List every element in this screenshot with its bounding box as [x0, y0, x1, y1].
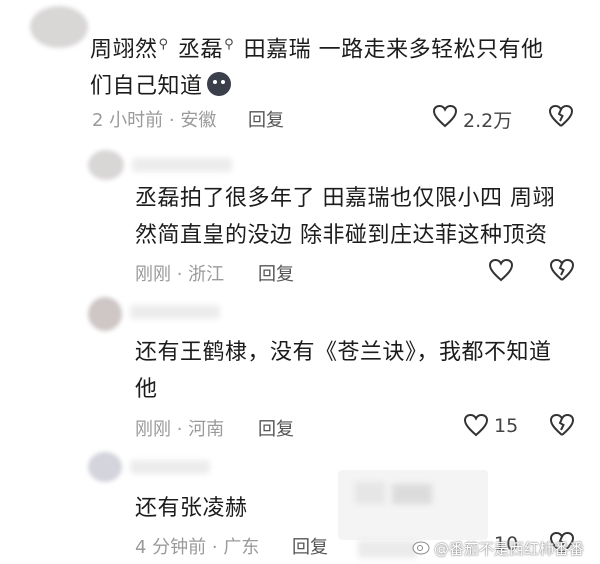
- search-icon[interactable]: ⚲: [224, 26, 234, 63]
- blurred-text: [355, 482, 385, 504]
- comment-meta: 刚刚 · 浙江: [135, 264, 225, 285]
- mention-link[interactable]: 丞磊: [178, 37, 223, 62]
- comment-text: 丞磊拍了很多年了 田嘉瑞也仅限小四 周翊 然简直皇的没边 除非碰到庄达菲这种顶资: [135, 180, 595, 254]
- avatar[interactable]: [88, 150, 124, 180]
- comment-body: 还有王鹤棣，没有《苍兰诀》，我都不知道: [135, 340, 552, 365]
- search-icon[interactable]: ⚲: [159, 26, 169, 63]
- reply-button[interactable]: 回复: [248, 106, 284, 132]
- reply-button[interactable]: 回复: [258, 260, 294, 286]
- comment-body-cont: 然简直皇的没边 除非碰到庄达菲这种顶资: [135, 223, 548, 248]
- blurred-text: [392, 484, 432, 504]
- avatar[interactable]: [30, 6, 88, 48]
- comment-body: 还有张凌赫: [135, 496, 248, 521]
- comment-meta: 2 小时前 · 安徽: [92, 110, 217, 131]
- reply-button[interactable]: 回复: [258, 415, 294, 441]
- emoji-icon: [206, 72, 231, 97]
- comment-text: 周翊然⚲ 丞磊⚲ 田嘉瑞 一路走来多轻松只有他 们自己知道: [90, 26, 590, 105]
- broken-heart-icon[interactable]: [548, 104, 574, 128]
- heart-icon[interactable]: [488, 258, 514, 282]
- comment-body: 田嘉瑞 一路走来多轻松只有他: [243, 37, 544, 63]
- blurred-overlay: [338, 470, 488, 540]
- comment-meta: 4 分钟前 · 广东: [135, 537, 260, 558]
- broken-heart-icon[interactable]: [549, 413, 575, 437]
- comment-meta: 刚刚 · 河南: [135, 419, 225, 440]
- avatar[interactable]: [88, 452, 122, 482]
- watermark-text: @番茄不是西红柿番番: [434, 540, 585, 558]
- username[interactable]: [132, 158, 232, 172]
- comment-body-cont: 们自己知道: [90, 74, 203, 100]
- heart-icon[interactable]: [432, 104, 458, 128]
- username[interactable]: [130, 460, 210, 474]
- weibo-logo-icon: [412, 537, 432, 555]
- like-count: 15: [494, 415, 519, 437]
- mention-link[interactable]: 周翊然: [90, 37, 158, 62]
- comment-body: 丞磊拍了很多年了 田嘉瑞也仅限小四 周翊: [135, 186, 555, 211]
- comment-text: 还有王鹤棣，没有《苍兰诀》，我都不知道 他: [135, 334, 595, 408]
- reply-button[interactable]: 回复: [292, 533, 328, 559]
- blurred-text: [358, 540, 418, 558]
- broken-heart-icon[interactable]: [549, 258, 575, 282]
- avatar[interactable]: [88, 297, 122, 331]
- like-count: 2.2万: [463, 110, 513, 132]
- heart-icon[interactable]: [463, 413, 489, 437]
- username[interactable]: [130, 305, 220, 319]
- comment-body-cont: 他: [135, 377, 158, 402]
